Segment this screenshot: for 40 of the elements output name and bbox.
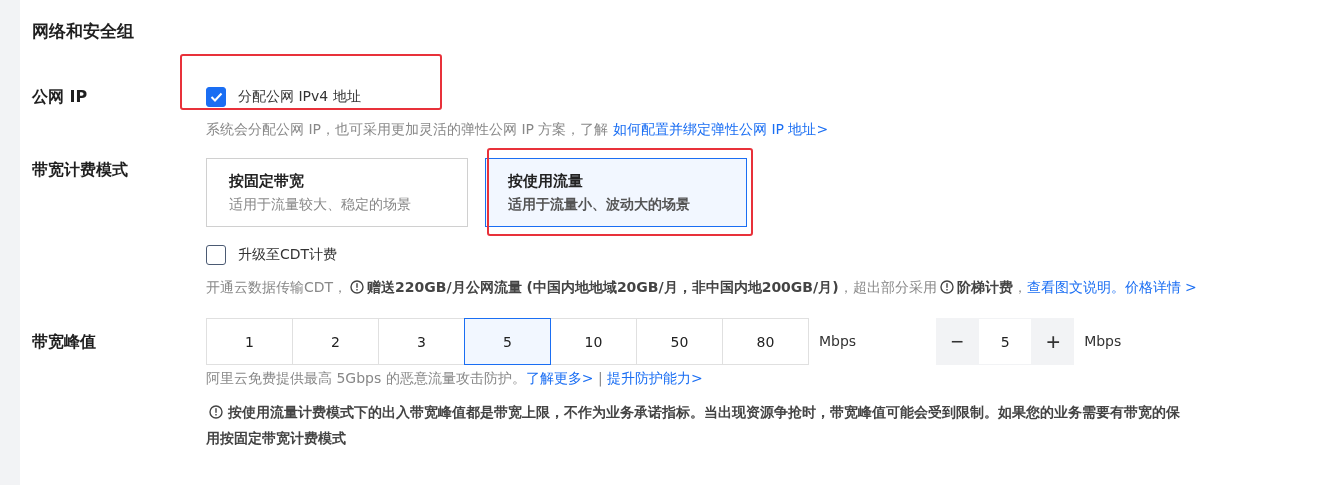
bandwidth-option[interactable]: 80: [722, 318, 809, 365]
bandwidth-option[interactable]: 5: [464, 318, 551, 365]
info-icon: [209, 405, 223, 419]
info-icon: [939, 280, 954, 294]
hint-text: 阿里云免费提供最高 5Gbps 的恶意流量攻击防护。了解更多> | 提升防护能力>: [206, 369, 704, 389]
cdt-note: 开通云数据传输CDT， 赠送220GB/月公网流量 (中国内地地域20GB/月，非中国内地200GB/月)，超出部分采用 阶梯计费，查看图文说明。价格详情 >: [206, 278, 1197, 297]
value-field[interactable]: 5: [978, 318, 1033, 365]
checkbox-label: 分配公网 IPv4 地址: [238, 88, 361, 106]
link[interactable]: 价格详情 >: [1124, 279, 1197, 295]
checkbox[interactable]: [206, 87, 226, 107]
unit-label: Mbps: [819, 332, 857, 351]
field-label: 带宽计费模式: [32, 159, 129, 181]
bandwidth-option[interactable]: 3: [378, 318, 465, 365]
bandwidth-option[interactable]: 2: [292, 318, 379, 365]
check-icon: [209, 92, 223, 102]
warning-text: 用按固定带宽计费模式: [206, 429, 346, 448]
help-link[interactable]: 如何配置并绑定弹性公网 IP 地址>: [612, 121, 829, 137]
bandwidth-option[interactable]: 1: [206, 318, 293, 365]
warning-text: 按使用流量计费模式下的出入带宽峰值都是带宽上限，不作为业务承诺指标。当出现资源争抢时，带宽峰值可能会受到限制。如果您的业务需要有带宽的保: [228, 403, 1180, 422]
checkbox[interactable]: [206, 245, 226, 265]
link[interactable]: 提升防护能力>: [607, 370, 703, 386]
hint-text: 系统会分配公网 IP，也可采用更加灵活的弹性公网 IP 方案，了解 如何配置并绑定弹性公网 IP 地址>: [206, 120, 829, 139]
option-description: 适用于流量小、波动大的场景: [508, 195, 691, 214]
info-icon: [350, 280, 365, 294]
section-title: 网络和安全组: [32, 20, 135, 43]
field-label: 带宽峰值: [32, 331, 97, 353]
option-title: 按固定带宽: [229, 171, 305, 192]
link[interactable]: 了解更多>: [525, 370, 594, 386]
bandwidth-option[interactable]: 10: [550, 318, 637, 365]
bandwidth-option[interactable]: 50: [636, 318, 723, 365]
decrement-button[interactable]: −: [936, 318, 979, 365]
unit-label: Mbps: [1084, 332, 1122, 351]
increment-button[interactable]: +: [1032, 318, 1075, 365]
billing-option-card[interactable]: 按固定带宽 适用于流量较大、稳定的场景: [206, 158, 468, 227]
link[interactable]: 查看图文说明。: [1026, 279, 1125, 295]
option-description: 适用于流量较大、稳定的场景: [229, 195, 412, 214]
checkbox-label: 升级至CDT计费: [238, 246, 338, 264]
field-label: 公网 IP: [32, 86, 89, 108]
billing-option-card[interactable]: 按使用流量 适用于流量小、波动大的场景: [485, 158, 747, 227]
option-title: 按使用流量: [508, 171, 584, 192]
